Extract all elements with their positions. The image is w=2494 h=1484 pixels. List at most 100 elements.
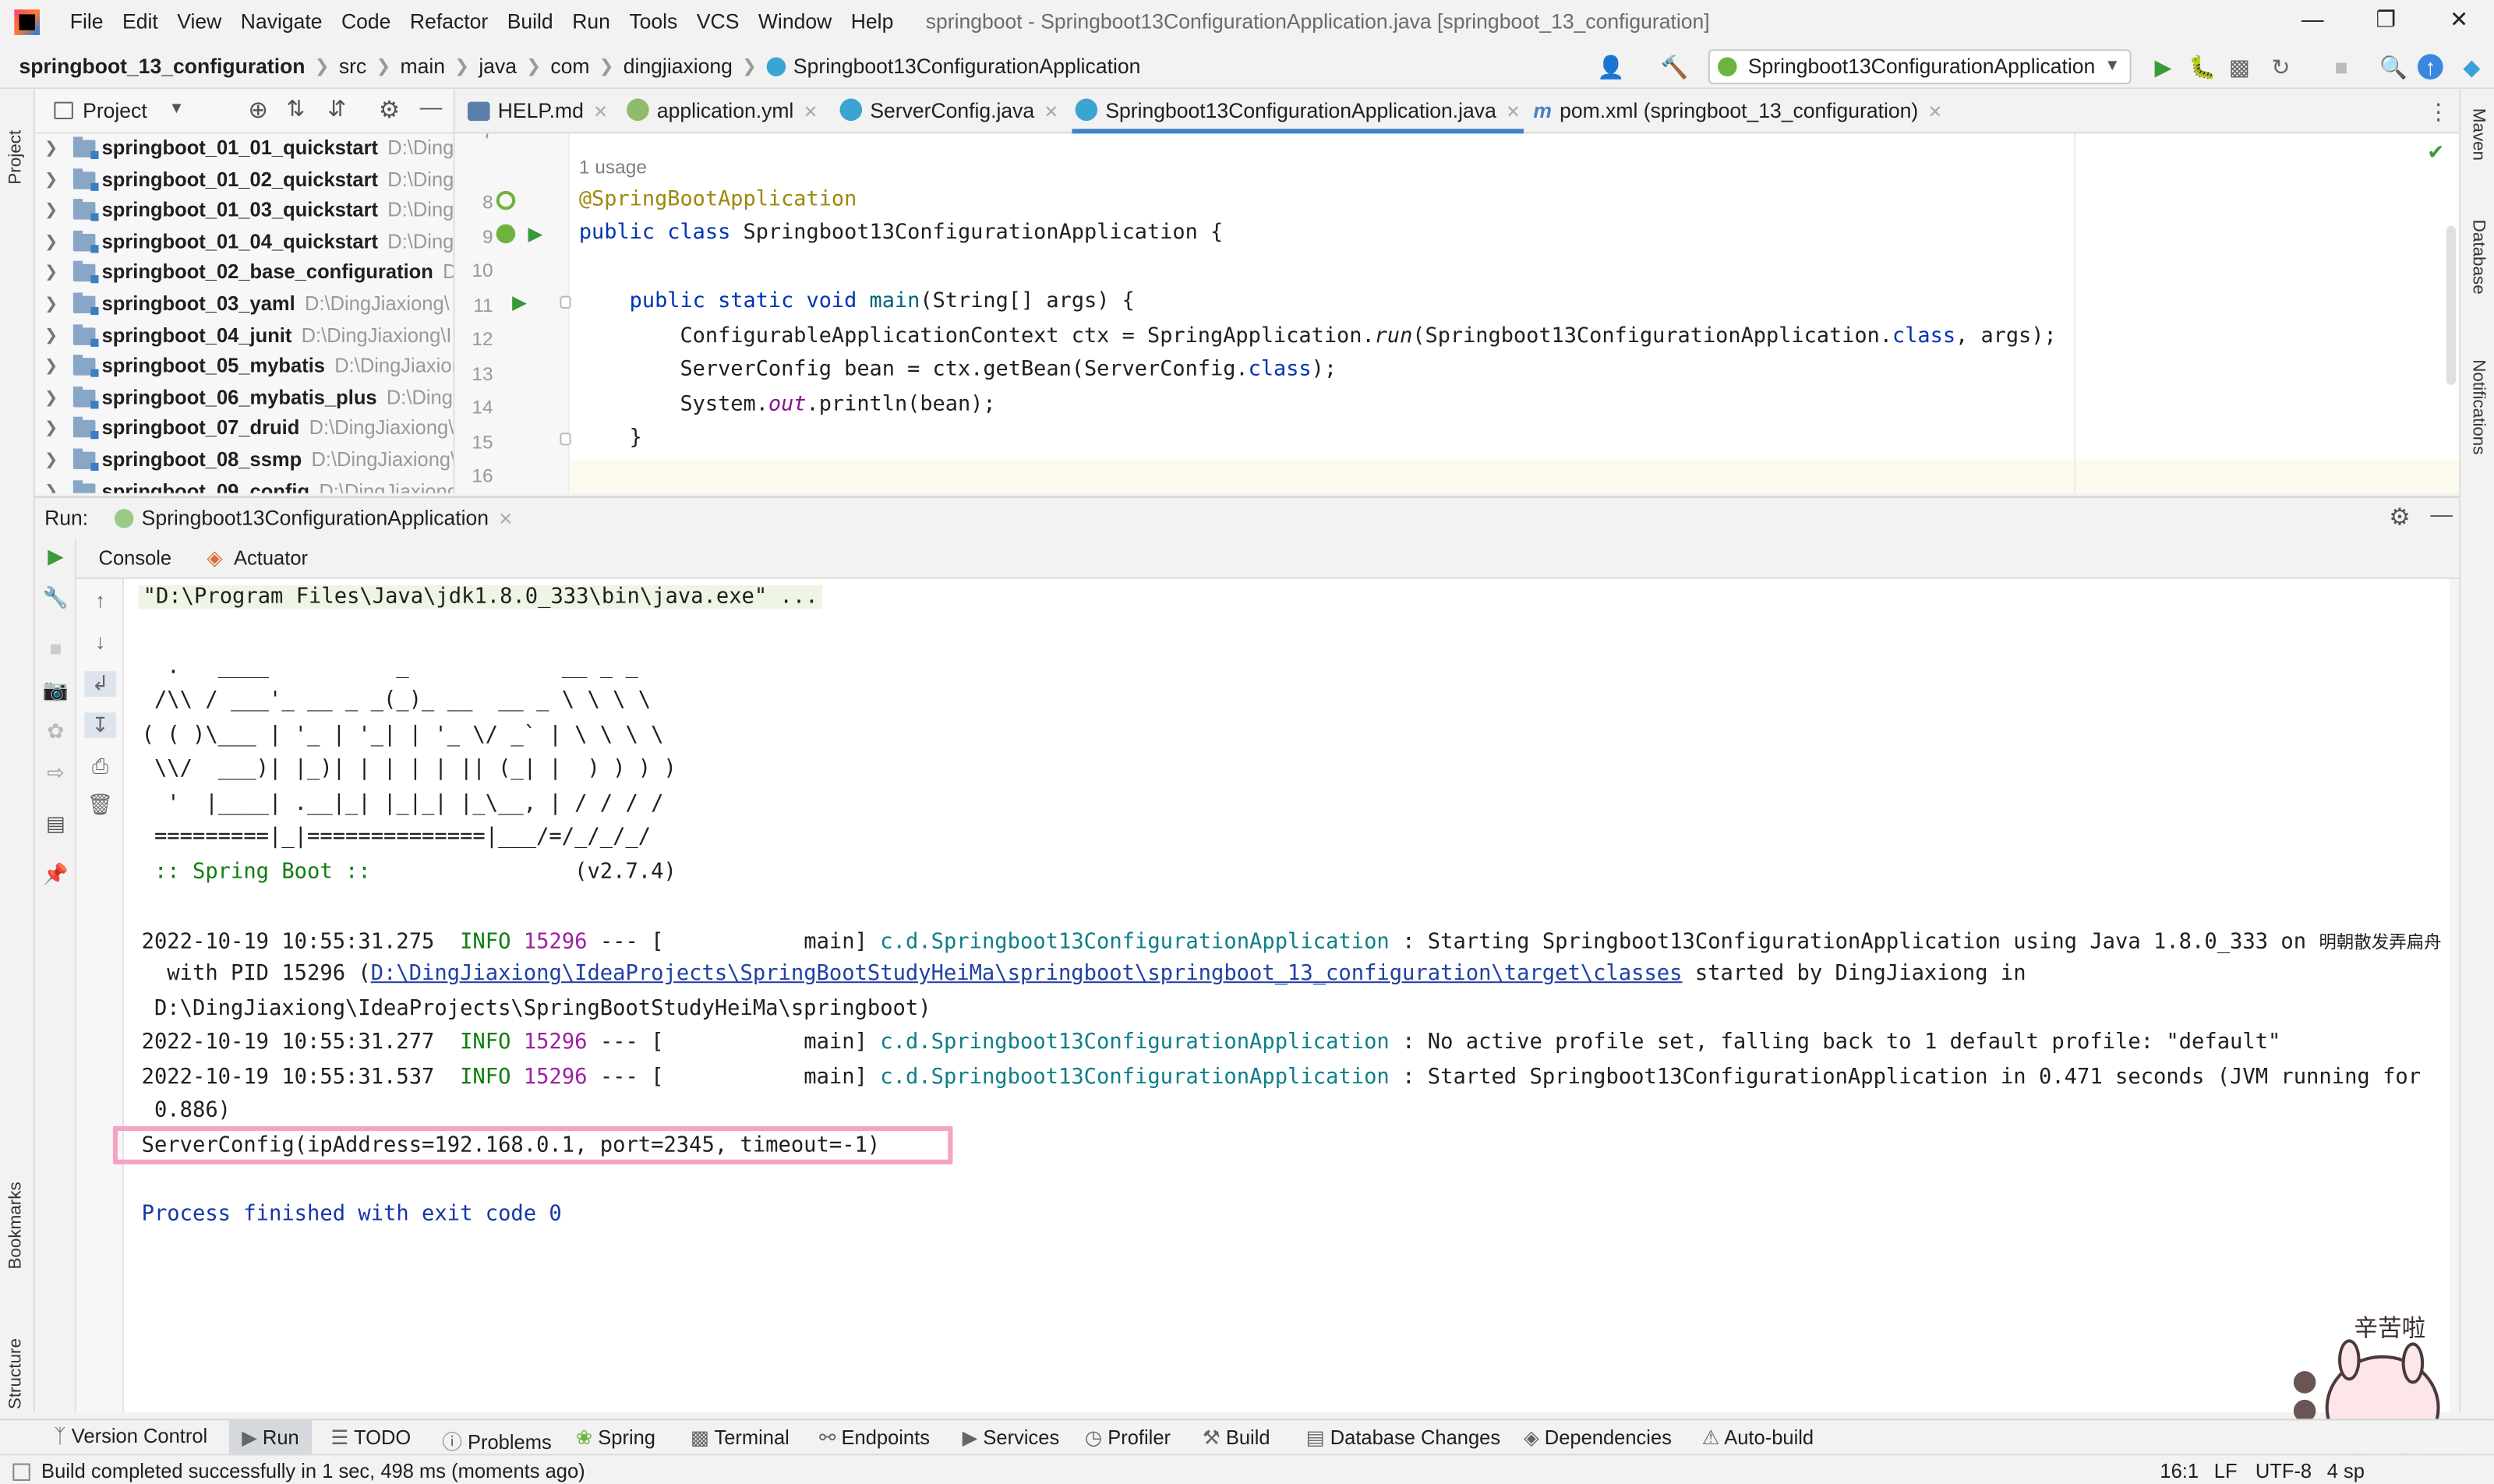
- console-output[interactable]: "D:\Program Files\Java\jdk1.8.0_333\bin\…: [124, 578, 2460, 1413]
- dependencies-button[interactable]: ◈ Dependencies: [1524, 1426, 1672, 1450]
- breadcrumb-src[interactable]: src: [339, 54, 366, 78]
- menu-file[interactable]: File: [70, 9, 113, 34]
- debug-icon[interactable]: 🐛: [2188, 54, 2217, 80]
- menu-tools[interactable]: Tools: [629, 9, 687, 34]
- classes-path-link[interactable]: D:\DingJiaxiong\IdeaProjects\SpringBootS…: [371, 963, 1683, 987]
- status-toggle-icon[interactable]: [12, 1463, 30, 1481]
- locate-icon[interactable]: ⊕: [248, 95, 268, 124]
- coverage-icon[interactable]: ▩: [2227, 54, 2252, 80]
- project-tree-item[interactable]: ❯ springboot_04_junit D:\DingJiaxiong\I: [35, 320, 454, 352]
- print-icon[interactable]: ⎙: [84, 754, 116, 779]
- project-tree-item[interactable]: ❯ springboot_01_02_quickstart D:\Ding...: [35, 164, 453, 196]
- chevron-right-icon[interactable]: ❯: [44, 383, 58, 414]
- chevron-right-icon[interactable]: ❯: [44, 352, 58, 383]
- code-editor[interactable]: 7 8 9 10 11 12 13 14 15 16 ▶ ▶ 1 usage @…: [454, 133, 2460, 493]
- breadcrumb-main[interactable]: main: [401, 54, 446, 78]
- services-button[interactable]: ▶ Services: [963, 1426, 1060, 1450]
- expand-all-icon[interactable]: ⇅: [286, 95, 305, 122]
- menu-edit[interactable]: Edit: [122, 9, 168, 34]
- run-icon[interactable]: ▶: [2150, 54, 2176, 80]
- tab-serverconfig-java[interactable]: ServerConfig.java ✕: [839, 89, 1058, 133]
- layout-icon[interactable]: ▤: [40, 811, 72, 837]
- indent-setting[interactable]: 4 sp: [2327, 1460, 2365, 1482]
- check-icon[interactable]: ✔: [2427, 140, 2444, 166]
- close-icon[interactable]: ✕: [1044, 104, 1058, 122]
- menu-window[interactable]: Window: [758, 9, 842, 34]
- profiler-button[interactable]: ◷ Profiler: [1085, 1426, 1171, 1450]
- menu-help[interactable]: Help: [851, 9, 903, 34]
- tab-console[interactable]: Console: [99, 547, 172, 570]
- run-tool-button[interactable]: ▶ Run: [228, 1420, 313, 1456]
- tab-pom-xml[interactable]: m pom.xml (springboot_13_configuration) ✕: [1533, 89, 1942, 133]
- fold-icon[interactable]: [560, 295, 571, 309]
- jetbrains-icon[interactable]: ◆: [2459, 54, 2485, 80]
- stop-icon[interactable]: ■: [2329, 54, 2354, 80]
- run-gutter-icon[interactable]: ▶: [528, 223, 543, 246]
- project-tree-item[interactable]: ❯ springboot_06_mybatis_plus D:\DingJ: [35, 383, 454, 414]
- minimize-button[interactable]: —: [2297, 6, 2329, 38]
- run-gutter-icon[interactable]: ▶: [512, 291, 527, 313]
- rerun-icon[interactable]: ▶: [40, 544, 72, 570]
- gear-icon[interactable]: ⚙: [379, 95, 400, 124]
- close-icon[interactable]: ✕: [1506, 104, 1521, 122]
- hide-icon[interactable]: —: [2430, 501, 2453, 527]
- chevron-right-icon[interactable]: ❯: [44, 196, 58, 227]
- project-tree-item[interactable]: ❯ springboot_01_04_quickstart D:\Ding...: [35, 227, 454, 258]
- collapse-all-icon[interactable]: ⇵: [327, 95, 346, 122]
- close-icon[interactable]: ✕: [1928, 104, 1943, 122]
- chevron-right-icon[interactable]: ❯: [44, 289, 58, 320]
- close-icon[interactable]: ✕: [498, 511, 513, 529]
- breadcrumb-class[interactable]: Springboot13ConfigurationApplication: [793, 54, 1140, 78]
- project-tree-item[interactable]: ❯ springboot_05_mybatis D:\DingJiaxior: [35, 352, 453, 383]
- run-configuration-select[interactable]: Springboot13ConfigurationApplication ▼: [1708, 49, 2132, 85]
- problems-button[interactable]: ⓘ Problems: [442, 1426, 551, 1456]
- chevron-down-icon[interactable]: ▼: [168, 101, 184, 118]
- camera-icon[interactable]: 📷: [40, 677, 72, 703]
- search-icon[interactable]: 🔍: [2379, 54, 2407, 80]
- chevron-right-icon[interactable]: ❯: [44, 133, 58, 164]
- menu-run[interactable]: Run: [572, 9, 620, 34]
- console-scrollbar[interactable]: [2449, 578, 2460, 1413]
- tab-actuator[interactable]: Actuator: [234, 547, 308, 570]
- menu-view[interactable]: View: [177, 9, 231, 34]
- menu-navigate[interactable]: Navigate: [241, 9, 332, 34]
- debug-icon[interactable]: ✿: [40, 719, 72, 744]
- menu-vcs[interactable]: VCS: [697, 9, 749, 34]
- menu-code[interactable]: Code: [341, 9, 401, 34]
- project-panel-title[interactable]: Project: [83, 99, 147, 123]
- hide-icon[interactable]: —: [420, 94, 443, 119]
- auto-build-button[interactable]: ⚠ Auto-build: [1702, 1426, 1814, 1450]
- tab-help-md[interactable]: HELP.md ✕: [467, 89, 608, 133]
- close-icon[interactable]: ✕: [804, 104, 818, 122]
- spring-app-icon[interactable]: [496, 224, 516, 244]
- maven-tool-button[interactable]: Maven: [2468, 108, 2487, 194]
- file-encoding[interactable]: UTF-8: [2256, 1460, 2312, 1482]
- project-tree-item[interactable]: ❯ springboot_08_ssmp D:\DingJiaxiong\: [35, 445, 454, 476]
- menu-build[interactable]: Build: [507, 9, 563, 34]
- soft-wrap-icon[interactable]: ↲: [84, 671, 116, 697]
- pin-icon[interactable]: 📌: [40, 862, 72, 888]
- caret-position[interactable]: 16:1: [2160, 1460, 2199, 1482]
- endpoints-button[interactable]: ⚯ Endpoints: [819, 1426, 930, 1450]
- scroll-to-end-icon[interactable]: ↧: [84, 712, 116, 738]
- close-button[interactable]: ✕: [2443, 6, 2475, 38]
- build-button[interactable]: ⚒ Build: [1203, 1426, 1270, 1450]
- spring-button[interactable]: ❀ Spring: [576, 1426, 655, 1450]
- breadcrumb-java[interactable]: java: [479, 54, 517, 78]
- todo-button[interactable]: ☰ TODO: [330, 1426, 411, 1450]
- trash-icon[interactable]: 🗑: [84, 792, 116, 818]
- chevron-right-icon[interactable]: ❯: [44, 414, 58, 445]
- usage-hint[interactable]: 1 usage: [579, 156, 647, 178]
- project-tree-item[interactable]: ❯ springboot_01_01_quickstart D:\Ding...: [35, 133, 453, 164]
- profile-icon[interactable]: ↻: [2268, 54, 2294, 80]
- more-tabs-icon[interactable]: ⋮: [2427, 99, 2450, 126]
- run-tab[interactable]: Springboot13ConfigurationApplication ✕: [114, 506, 513, 530]
- chevron-right-icon[interactable]: ❯: [44, 258, 58, 289]
- editor-scrollbar[interactable]: [2446, 225, 2456, 385]
- wrench-icon[interactable]: 🔧: [40, 585, 72, 611]
- breadcrumb-project[interactable]: springboot_13_configuration: [19, 54, 305, 78]
- project-tree-item[interactable]: ❯ springboot_02_base_configuration D: [35, 258, 453, 289]
- fold-icon[interactable]: [560, 433, 571, 446]
- stop-icon[interactable]: ■: [40, 636, 72, 660]
- update-icon[interactable]: ↑: [2418, 54, 2443, 80]
